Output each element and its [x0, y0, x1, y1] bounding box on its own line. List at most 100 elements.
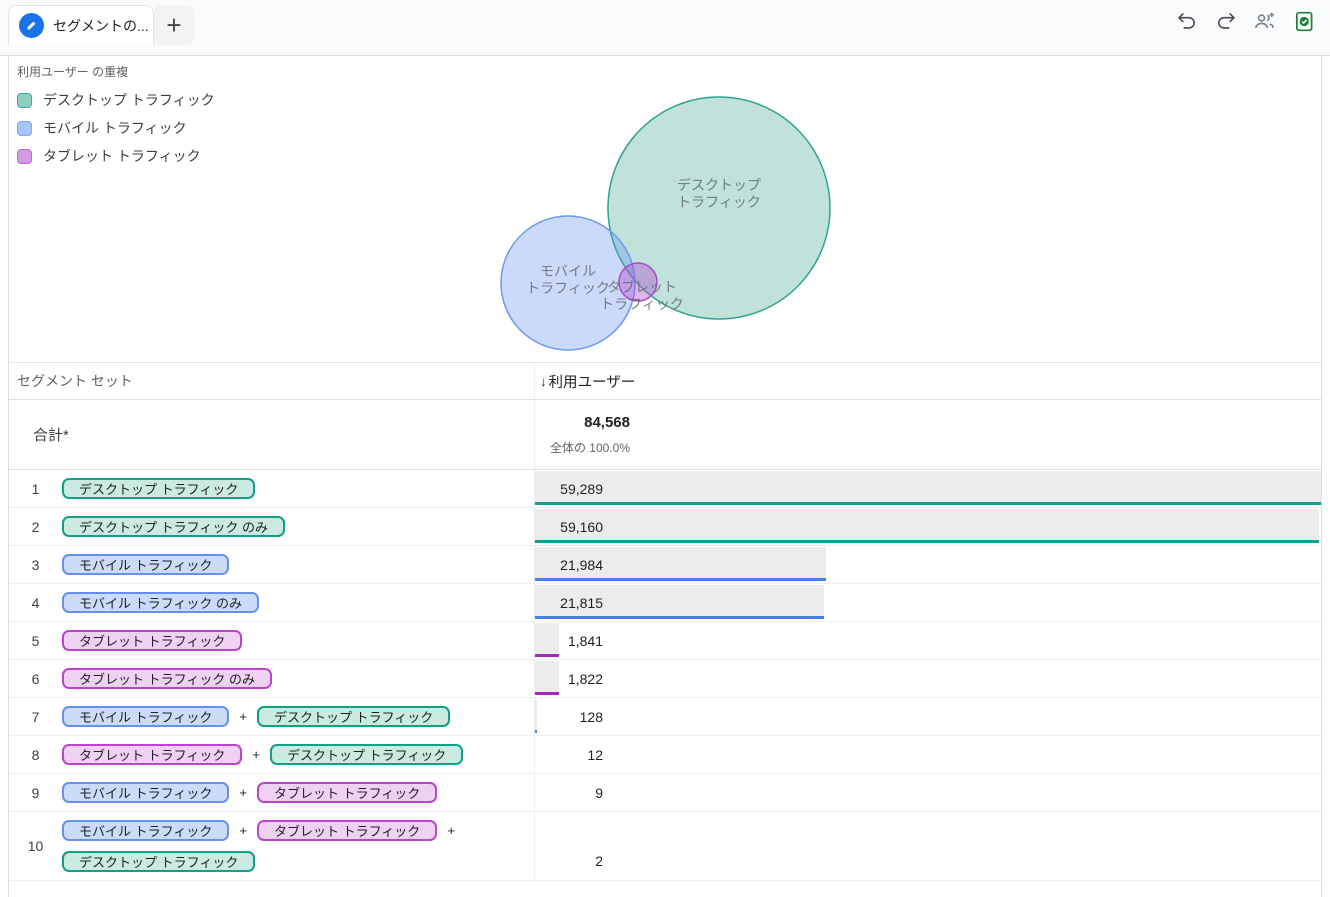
toolbar-actions	[1175, 9, 1316, 33]
metric-value-cell: 21,815	[534, 584, 1321, 621]
table-body: 1デスクトップ トラフィック59,2892デスクトップ トラフィック のみ59,…	[9, 470, 1321, 881]
row-index: 10	[9, 812, 62, 880]
segment-chip-mobile: モバイル トラフィック	[62, 706, 229, 727]
metric-value-cell: 1,841	[534, 622, 1321, 659]
row-index: 6	[9, 660, 62, 697]
metric-value-cell: 59,289	[534, 470, 1321, 507]
legend-label: タブレット トラフィック	[43, 146, 201, 166]
segment-chip-tablet: タブレット トラフィック のみ	[62, 668, 272, 689]
row-index: 3	[9, 546, 62, 583]
segment-chip-mobile: モバイル トラフィック	[62, 782, 229, 803]
column-header-metric-label: 利用ユーザー	[549, 371, 636, 392]
column-header-segment-set: セグメント セット	[9, 363, 534, 399]
metric-value-cell: 9	[534, 774, 1321, 811]
segment-chip-desktop: デスクトップ トラフィック	[270, 744, 463, 765]
table-row: 4モバイル トラフィック のみ 21,815	[9, 584, 1321, 622]
venn-label-tablet: タブレットトラフィック	[600, 279, 684, 312]
segment-set-cell: デスクトップ トラフィック のみ	[62, 508, 534, 545]
venn-title: 利用ユーザー の重複	[17, 63, 128, 80]
table-row: 1デスクトップ トラフィック59,289	[9, 470, 1321, 508]
row-index: 8	[9, 736, 62, 773]
value-bar	[535, 509, 1319, 543]
segment-set-cell: モバイル トラフィック + タブレット トラフィック	[62, 774, 534, 811]
totals-label: 合計*	[9, 400, 534, 469]
metric-value: 59,289	[535, 470, 603, 507]
legend-swatch-icon	[17, 149, 32, 164]
legend-item: タブレット トラフィック	[17, 142, 215, 170]
metric-value: 128	[535, 698, 603, 735]
plus-separator: +	[447, 823, 455, 838]
add-people-icon[interactable]	[1253, 9, 1277, 33]
legend-item: デスクトップ トラフィック	[17, 86, 215, 114]
plus-separator: +	[239, 709, 247, 724]
row-index: 1	[9, 470, 62, 507]
legend-label: デスクトップ トラフィック	[43, 90, 215, 110]
value-bar	[535, 471, 1321, 505]
tab-segment-overlap[interactable]: セグメントの...	[8, 5, 154, 45]
legend-swatch-icon	[17, 93, 32, 108]
segment-table: セグメント セット ↓ 利用ユーザー 合計* 84,568 全体の 100.0%…	[9, 363, 1321, 881]
table-row: 7モバイル トラフィック + デスクトップ トラフィック 128	[9, 698, 1321, 736]
row-index: 9	[9, 774, 62, 811]
segment-chip-tablet: タブレット トラフィック	[62, 744, 242, 765]
table-row: 5タブレット トラフィック1,841	[9, 622, 1321, 660]
table-row: 9モバイル トラフィック+タブレット トラフィック9	[9, 774, 1321, 812]
table-row: 3モバイル トラフィック 21,984	[9, 546, 1321, 584]
export-sheet-icon[interactable]	[1292, 9, 1316, 33]
metric-value: 21,984	[535, 546, 603, 583]
metric-value: 1,822	[535, 660, 603, 697]
row-index: 2	[9, 508, 62, 545]
metric-value-cell: 1,822	[534, 660, 1321, 697]
segment-chip-desktop: デスクトップ トラフィック	[62, 851, 255, 872]
segment-set-cell: モバイル トラフィック のみ	[62, 584, 534, 621]
totals-share: 全体の 100.0%	[535, 439, 630, 456]
redo-icon[interactable]	[1214, 9, 1238, 33]
segment-chip-desktop: デスクトップ トラフィック	[257, 706, 450, 727]
segment-chip-desktop: デスクトップ トラフィック のみ	[62, 516, 285, 537]
metric-value-cell: 21,984	[534, 546, 1321, 583]
add-tab-button[interactable]: +	[154, 5, 194, 45]
table-row: 8タブレット トラフィック + デスクトップ トラフィック 12	[9, 736, 1321, 774]
totals-row: 合計* 84,568 全体の 100.0%	[9, 400, 1321, 470]
metric-value: 59,160	[535, 508, 603, 545]
legend: デスクトップ トラフィックモバイル トラフィックタブレット トラフィック	[17, 86, 215, 170]
segment-set-cell: タブレット トラフィック	[62, 622, 534, 659]
metric-value: 21,815	[535, 584, 603, 621]
metric-value: 12	[535, 736, 603, 773]
segment-set-cell: モバイル トラフィック + デスクトップ トラフィック	[62, 698, 534, 735]
sort-desc-icon: ↓	[540, 374, 547, 389]
venn-panel: デスクトップトラフィックモバイルトラフィックタブレットトラフィック 利用ユーザー…	[9, 56, 1321, 363]
plus-separator: +	[239, 823, 247, 838]
legend-item: モバイル トラフィック	[17, 114, 215, 142]
metric-value-cell: 59,160	[534, 508, 1321, 545]
tab-label: セグメントの...	[53, 16, 149, 36]
toolbar: セグメントの... +	[0, 0, 1330, 56]
plus-separator: +	[252, 747, 260, 762]
metric-value-cell: 2	[534, 812, 1321, 880]
totals-value-cell: 84,568 全体の 100.0%	[534, 400, 1321, 469]
segment-chip-mobile: モバイル トラフィック	[62, 820, 229, 841]
venn-label-desktop: デスクトップトラフィック	[677, 177, 761, 210]
segment-set-cell: モバイル トラフィック+タブレット トラフィック+デスクトップ トラフィック	[62, 812, 534, 880]
segment-chip-mobile: モバイル トラフィック	[62, 554, 229, 575]
exploration-canvas: デスクトップトラフィックモバイルトラフィックタブレットトラフィック 利用ユーザー…	[8, 56, 1322, 897]
plus-separator: +	[239, 785, 247, 800]
totals-value: 84,568	[535, 414, 630, 431]
metric-value: 1,841	[535, 622, 603, 659]
table-row: 10モバイル トラフィック+タブレット トラフィック+デスクトップ トラフィック…	[9, 812, 1321, 881]
segment-set-cell: デスクトップ トラフィック	[62, 470, 534, 507]
row-index: 7	[9, 698, 62, 735]
segment-set-cell: タブレット トラフィック のみ	[62, 660, 534, 697]
table-row: 6タブレット トラフィック のみ 1,822	[9, 660, 1321, 698]
undo-icon[interactable]	[1175, 9, 1199, 33]
row-index: 4	[9, 584, 62, 621]
segment-chip-tablet: タブレット トラフィック	[257, 782, 437, 803]
column-header-active-users[interactable]: ↓ 利用ユーザー	[534, 363, 1321, 399]
metric-value: 9	[535, 774, 603, 811]
segment-set-cell: モバイル トラフィック	[62, 546, 534, 583]
metric-value-cell: 12	[534, 736, 1321, 773]
edit-pencil-icon	[19, 13, 44, 38]
row-index: 5	[9, 622, 62, 659]
metric-value-cell: 128	[534, 698, 1321, 735]
segment-chip-mobile: モバイル トラフィック のみ	[62, 592, 259, 613]
